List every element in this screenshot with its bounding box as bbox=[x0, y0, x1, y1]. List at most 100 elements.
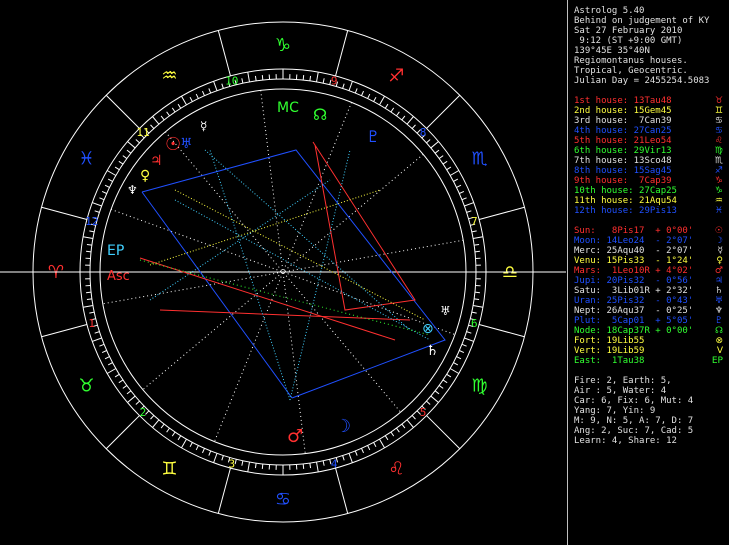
degree-tick bbox=[114, 166, 120, 171]
degree-tick bbox=[234, 459, 237, 465]
house-number: 9 bbox=[331, 75, 338, 88]
degree-tick bbox=[127, 395, 136, 403]
house-row-glyph: ♋ bbox=[714, 126, 723, 136]
house-number: 3 bbox=[228, 457, 235, 470]
degree-tick bbox=[461, 343, 467, 347]
house-number: 2 bbox=[140, 406, 147, 419]
degree-tick bbox=[82, 305, 94, 308]
degree-tick bbox=[114, 373, 120, 378]
degree-tick bbox=[94, 210, 100, 213]
degree-tick bbox=[241, 78, 244, 84]
planet-row-glyph: ☉ bbox=[714, 226, 723, 236]
degree-tick bbox=[411, 415, 416, 420]
house-row-glyph: ♍ bbox=[714, 146, 723, 156]
degree-tick bbox=[101, 350, 107, 353]
stats-row: Yang: 7, Yin: 9 bbox=[574, 406, 656, 416]
degree-tick bbox=[208, 450, 212, 456]
degree-tick bbox=[464, 337, 474, 342]
degree-tick bbox=[396, 111, 400, 117]
app-title: Astrolog 5.40 bbox=[574, 6, 645, 16]
stats-row: Car: 6, Fix: 6, Mut: 4 bbox=[574, 396, 694, 406]
degree-tick bbox=[456, 356, 462, 360]
degree-tick bbox=[453, 362, 459, 366]
house-row: 2nd house: 15Gem45 bbox=[574, 106, 672, 116]
degree-tick bbox=[438, 155, 444, 159]
planet-row-glyph: ♄ bbox=[714, 286, 723, 296]
degree-tick bbox=[92, 337, 102, 342]
degree-tick bbox=[166, 427, 170, 433]
degree-tick bbox=[122, 385, 128, 389]
aspect-cyan-4 bbox=[289, 149, 351, 401]
aspect-red-3 bbox=[139, 257, 396, 341]
house-system: Regiomontanus houses. bbox=[574, 56, 688, 66]
planet-row-glyph: V bbox=[716, 346, 723, 356]
mc-marker: MC bbox=[277, 100, 299, 116]
degree-tick bbox=[135, 400, 140, 405]
degree-tick bbox=[449, 368, 460, 374]
degree-tick bbox=[411, 124, 416, 129]
planet-row: Venu: 15Pis33 - 1°24' bbox=[574, 256, 694, 266]
planet-row-glyph: ☽ bbox=[714, 236, 723, 246]
planet-row-glyph: ☿ bbox=[717, 246, 723, 256]
house-number: 4 bbox=[331, 457, 338, 470]
degree-tick bbox=[195, 445, 199, 451]
degree-tick bbox=[241, 460, 244, 466]
degree-tick bbox=[390, 107, 395, 113]
sign-divider bbox=[335, 467, 349, 514]
degree-tick bbox=[86, 250, 92, 253]
degree-tick bbox=[118, 379, 124, 384]
house-row: 5th house: 21Leo54 bbox=[574, 136, 672, 146]
degree-tick bbox=[122, 155, 128, 159]
degree-tick bbox=[474, 250, 480, 253]
degree-tick bbox=[367, 93, 371, 99]
degree-tick bbox=[406, 116, 414, 125]
stats-row: Learn: 4, Share: 12 bbox=[574, 436, 677, 446]
degree-tick bbox=[472, 305, 484, 308]
planet-row: Vert: 19Lib59 bbox=[574, 346, 645, 356]
house-row: 8th house: 15Sag45 bbox=[574, 166, 672, 176]
mercury-glyph: ☿ bbox=[200, 119, 207, 133]
degree-tick bbox=[118, 160, 124, 165]
sign-divider bbox=[105, 415, 140, 450]
degree-tick bbox=[434, 390, 440, 395]
planet-row: Moon: 14Leo24 - 2°07' bbox=[574, 236, 694, 246]
degree-tick bbox=[459, 350, 465, 353]
info-panel: Astrolog 5.40 Behind on judgement of KY … bbox=[567, 0, 729, 545]
degree-tick bbox=[379, 95, 385, 106]
degree-tick bbox=[342, 455, 345, 461]
degree-tick bbox=[107, 362, 113, 366]
degree-tick bbox=[177, 103, 182, 109]
degree-tick bbox=[456, 184, 462, 188]
degree-tick bbox=[104, 356, 110, 360]
degree-tick bbox=[361, 90, 364, 96]
zodiac-sign-glyph: ♉ bbox=[78, 376, 94, 397]
degree-tick bbox=[446, 166, 452, 171]
julian-day: Julian Day = 2455254.5083 bbox=[574, 76, 710, 86]
degree-tick bbox=[354, 450, 358, 456]
chart-date: Sat 27 February 2010 bbox=[574, 26, 683, 36]
zodiac-sign-glyph: ♑ bbox=[275, 35, 291, 56]
degree-tick bbox=[202, 448, 205, 454]
degree-tick bbox=[459, 191, 465, 194]
degree-tick bbox=[396, 427, 400, 433]
degree-tick bbox=[379, 438, 385, 449]
degree-tick bbox=[92, 202, 102, 207]
planet-row-glyph: ☊ bbox=[715, 326, 723, 336]
degree-tick bbox=[99, 197, 105, 201]
stats-row: Air : 5, Water: 4 bbox=[574, 386, 667, 396]
zodiac-sign-glyph: ♋ bbox=[275, 489, 291, 510]
planet-row: Uran: 25Pis32 - 0°43' bbox=[574, 296, 694, 306]
house-row: 7th house: 13Sco48 bbox=[574, 156, 672, 166]
venus-glyph: ♀ bbox=[140, 168, 150, 184]
planet-row: Nept: 26Aqu37 - 0°25' bbox=[574, 306, 694, 316]
sign-divider bbox=[41, 206, 88, 220]
mars-glyph: ♂ bbox=[287, 426, 303, 447]
degree-tick bbox=[247, 71, 250, 83]
aspect-red-2 bbox=[159, 309, 411, 321]
planet-row: Plut: 5Cap01 + 5°05' bbox=[574, 316, 694, 326]
aspect-yellow-2 bbox=[149, 189, 381, 266]
degree-tick bbox=[348, 81, 353, 91]
uranus-glyph-2: ♅ bbox=[440, 304, 451, 318]
degree-tick bbox=[348, 453, 353, 463]
house-number: 11 bbox=[136, 126, 149, 139]
